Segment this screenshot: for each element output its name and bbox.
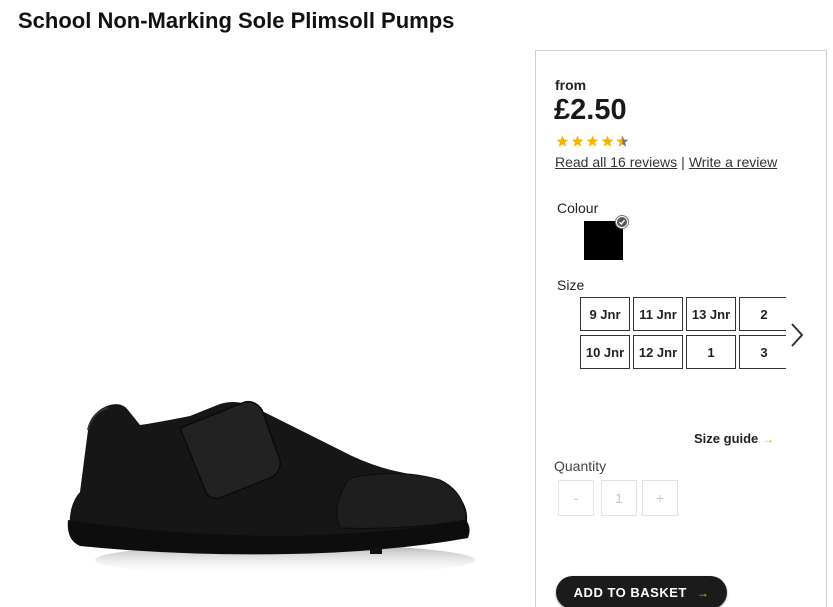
star-icon [601,135,614,147]
price-from-label: from [555,77,587,93]
size-option[interactable]: 10 Jnr [580,335,630,369]
page-title: School Non-Marking Sole Plimsoll Pumps [18,8,455,33]
size-option[interactable]: 1 [686,335,736,369]
half-star-icon [616,135,629,147]
size-option[interactable]: 13 Jnr [686,297,736,331]
size-option[interactable]: 9 Jnr [580,297,630,331]
chevron-right-icon[interactable] [789,321,805,349]
write-review-link[interactable]: Write a review [689,154,777,170]
quantity-input[interactable]: 1 [601,480,637,516]
price: £2.50 [554,94,627,126]
star-icon [556,135,569,147]
size-options: 9 Jnr 11 Jnr 13 Jnr 2 10 Jnr 12 Jnr 1 3 [580,297,786,372]
arrow-right-icon: → [696,585,710,600]
reviews-separator: | [681,154,685,170]
quantity-label: Quantity [554,458,607,474]
reviews-row: Read all 16 reviews | Write a review [555,154,777,170]
size-guide-label: Size guide [694,431,759,446]
colour-label: Colour [557,200,599,216]
size-label: Size [557,277,585,293]
product-image [40,380,500,600]
size-option[interactable]: 2 [739,297,786,331]
quantity-increase-button[interactable]: + [642,480,678,516]
colour-swatch-black[interactable] [584,215,629,260]
selected-check-icon [615,215,629,229]
quantity-decrease-button[interactable]: - [558,480,594,516]
read-reviews-link[interactable]: Read all 16 reviews [555,154,677,170]
star-icon [571,135,584,147]
arrow-right-icon: → [762,432,775,446]
size-guide-link[interactable]: Size guide → [694,431,774,446]
size-option[interactable]: 11 Jnr [633,297,683,331]
size-option[interactable]: 12 Jnr [633,335,683,369]
add-to-basket-label: ADD TO BASKET [573,585,687,600]
star-rating [556,135,629,148]
size-option[interactable]: 3 [739,335,786,369]
star-icon [586,135,599,147]
add-to-basket-button[interactable]: ADD TO BASKET → [556,576,727,607]
buy-panel: from £2.50 Read all 16 reviews | Write a r… [535,50,827,607]
